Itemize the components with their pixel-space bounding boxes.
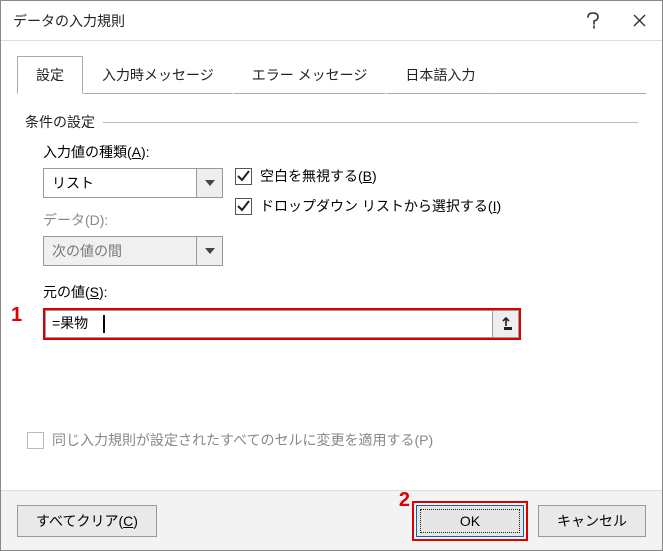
- checkbox-icon: [235, 168, 252, 185]
- in-cell-dropdown-label: ドロップダウン リストから選択する(I): [260, 196, 501, 216]
- settings-panel: 条件の設定 入力値の種類(A): リスト データ(D): 次の値の間: [17, 94, 646, 460]
- ignore-blank-label: 空白を無視する(B): [260, 166, 377, 186]
- data-select: 次の値の間: [43, 236, 223, 266]
- allow-label: 入力値の種類(A):: [43, 142, 235, 162]
- dialog-footer: すべてクリア(C) 2 OK キャンセル: [1, 490, 662, 550]
- data-value: 次の値の間: [44, 241, 196, 261]
- ok-button[interactable]: OK: [416, 505, 524, 537]
- apply-changes-label: 同じ入力規則が設定されたすべてのセルに変更を適用する(P): [52, 430, 433, 450]
- data-dropdown-button: [196, 237, 222, 265]
- source-value: =果物: [52, 315, 88, 331]
- tab-bar: 設定 入力時メッセージ エラー メッセージ 日本語入力: [17, 55, 646, 94]
- tab-input-message[interactable]: 入力時メッセージ: [83, 56, 233, 94]
- source-input[interactable]: =果物: [45, 310, 493, 338]
- help-button[interactable]: [570, 1, 616, 41]
- checkbox-icon: [27, 432, 44, 449]
- allow-value: リスト: [44, 173, 196, 193]
- cancel-button[interactable]: キャンセル: [538, 505, 646, 537]
- source-label: 元の値(S):: [43, 282, 638, 302]
- tab-settings[interactable]: 設定: [17, 56, 83, 94]
- ignore-blank-checkbox[interactable]: 空白を無視する(B): [235, 166, 638, 186]
- allow-select[interactable]: リスト: [43, 168, 223, 198]
- dialog-title: データの入力規則: [13, 11, 570, 31]
- tab-ime[interactable]: 日本語入力: [386, 56, 494, 94]
- source-input-group: =果物: [43, 308, 521, 340]
- apply-changes-checkbox: 同じ入力規則が設定されたすべてのセルに変更を適用する(P): [25, 430, 638, 450]
- dialog-content: 設定 入力時メッセージ エラー メッセージ 日本語入力 条件の設定 入力値の種類…: [1, 41, 662, 460]
- in-cell-dropdown-checkbox[interactable]: ドロップダウン リストから選択する(I): [235, 196, 638, 216]
- criteria-heading-text: 条件の設定: [25, 112, 95, 132]
- divider: [103, 122, 638, 123]
- annotation-2: 2: [399, 489, 410, 512]
- close-button[interactable]: [616, 1, 662, 41]
- range-picker-button[interactable]: [493, 310, 519, 338]
- checkbox-icon: [235, 198, 252, 215]
- tab-error-alert[interactable]: エラー メッセージ: [233, 56, 387, 94]
- title-bar: データの入力規則: [1, 1, 662, 41]
- text-caret: [103, 315, 105, 333]
- clear-all-button[interactable]: すべてクリア(C): [17, 505, 157, 537]
- criteria-heading: 条件の設定: [25, 112, 638, 132]
- allow-dropdown-button[interactable]: [196, 169, 222, 197]
- annotation-1: 1: [11, 304, 22, 327]
- data-label: データ(D):: [43, 210, 235, 230]
